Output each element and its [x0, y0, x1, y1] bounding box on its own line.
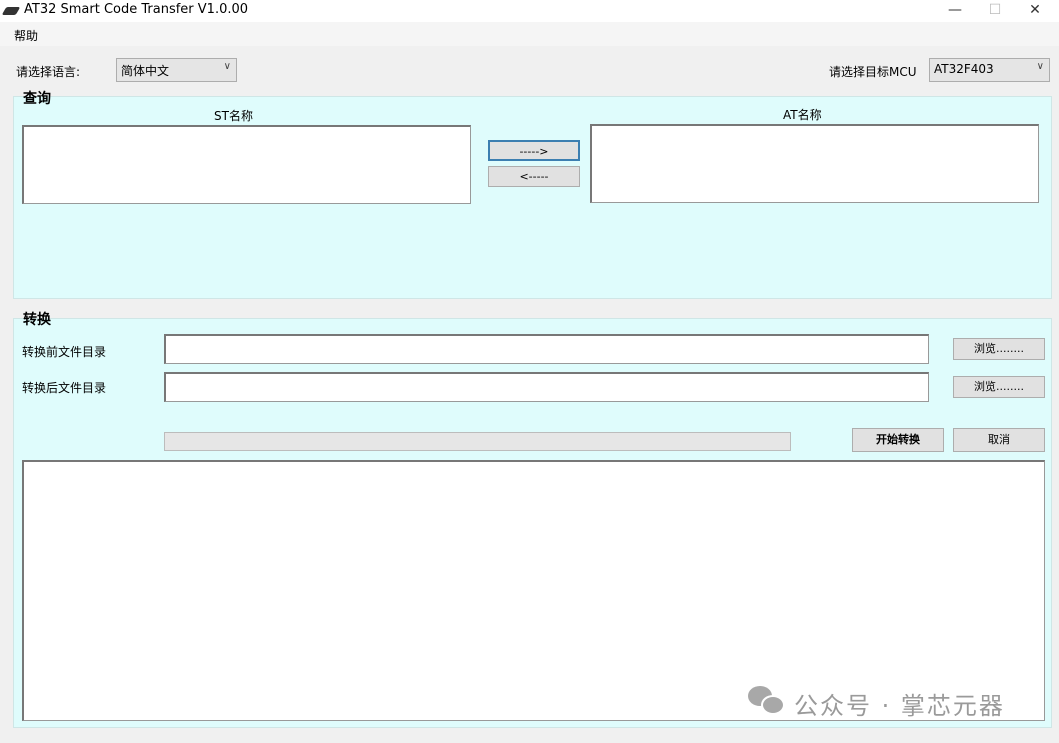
at-name-list[interactable]	[590, 124, 1039, 203]
mcu-select[interactable]: AT32F403 ∨	[929, 58, 1050, 82]
st-name-list[interactable]	[22, 125, 471, 204]
browse-source-button[interactable]: 浏览........	[953, 338, 1045, 360]
window-title: AT32 Smart Code Transfer V1.0.00	[24, 2, 249, 17]
target-dir-label: 转换后文件目录	[22, 381, 107, 395]
wechat-icon	[748, 686, 788, 716]
title-bar: AT32 Smart Code Transfer V1.0.00 — ☐ ✕	[0, 0, 1059, 22]
log-output[interactable]	[22, 460, 1045, 721]
source-dir-label: 转换前文件目录	[22, 345, 107, 359]
start-convert-button[interactable]: 开始转换	[852, 428, 944, 452]
at-name-label: AT名称	[783, 108, 822, 122]
minimize-button[interactable]: —	[935, 0, 975, 22]
convert-to-st-button[interactable]: <-----	[488, 166, 580, 187]
st-name-label: ST名称	[214, 109, 253, 123]
browse-target-button[interactable]: 浏览........	[953, 376, 1045, 398]
language-value: 简体中文	[121, 64, 170, 78]
language-select[interactable]: 简体中文 ∨	[116, 58, 237, 82]
convert-to-at-button[interactable]: ----->	[488, 140, 580, 161]
cancel-button[interactable]: 取消	[953, 428, 1045, 452]
progress-bar	[164, 432, 791, 451]
mcu-value: AT32F403	[934, 62, 994, 76]
watermark-text: 公众号 · 掌芯元器	[794, 692, 1005, 720]
maximize-button[interactable]: ☐	[975, 0, 1015, 22]
app-icon	[1, 7, 21, 15]
mcu-label: 请选择目标MCU	[829, 65, 917, 79]
menu-help[interactable]: 帮助	[14, 27, 38, 44]
source-dir-input[interactable]	[164, 334, 929, 364]
close-button[interactable]: ✕	[1015, 0, 1055, 22]
convert-title: 转换	[23, 312, 51, 328]
target-dir-input[interactable]	[164, 372, 929, 402]
chevron-down-icon: ∨	[1036, 61, 1044, 72]
language-label: 请选择语言:	[16, 65, 81, 79]
menu-bar: 帮助	[0, 22, 1059, 46]
chevron-down-icon: ∨	[223, 61, 231, 72]
query-title: 查询	[23, 91, 51, 107]
